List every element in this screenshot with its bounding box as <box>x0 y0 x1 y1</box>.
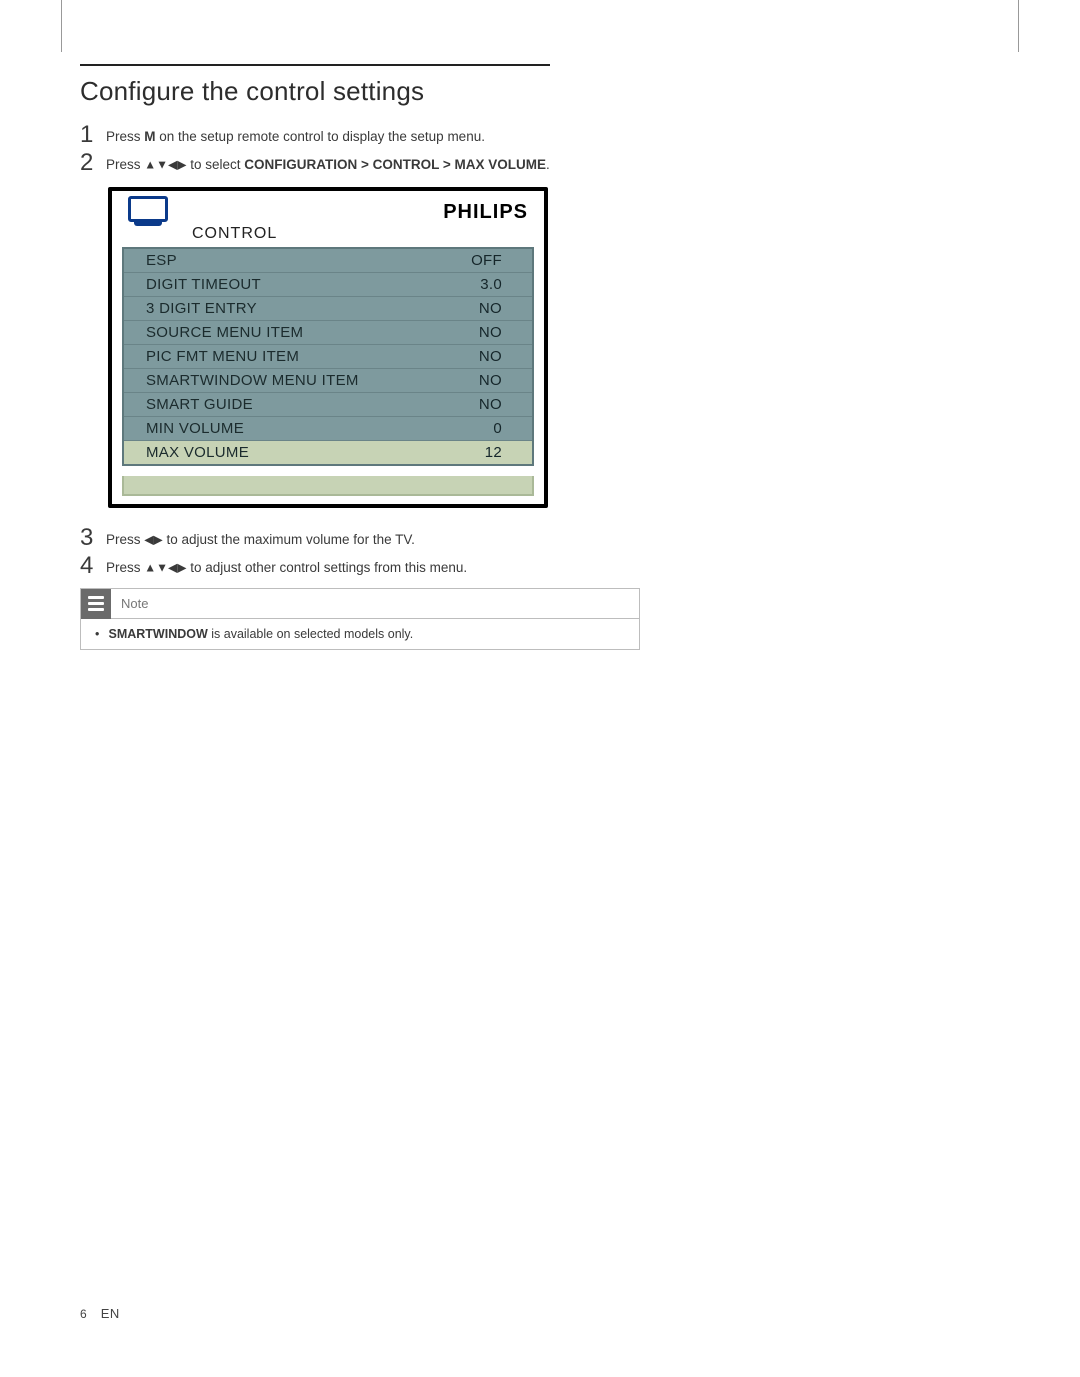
step-number: 1 <box>80 123 106 147</box>
osd-value: NO <box>452 348 502 365</box>
step-number: 4 <box>80 554 106 578</box>
osd-row-max-volume: MAX VOLUME 12 <box>124 441 532 464</box>
step-text: Press M on the setup remote control to d… <box>106 123 485 147</box>
osd-label: MIN VOLUME <box>146 420 244 437</box>
text: on the setup remote control to display t… <box>156 129 485 144</box>
text: to adjust the maximum volume for the TV. <box>163 532 415 547</box>
key-m: M <box>144 129 155 144</box>
text: to adjust other control settings from th… <box>186 560 467 575</box>
osd-row-pic-fmt-menu-item: PIC FMT MENU ITEM NO <box>124 345 532 369</box>
osd-footer-bar <box>122 476 534 496</box>
section-title: Configure the control settings <box>80 76 640 107</box>
osd-row-smartwindow-menu-item: SMARTWINDOW MENU ITEM NO <box>124 369 532 393</box>
osd-label: SMART GUIDE <box>146 396 253 413</box>
brand-logo: PHILIPS <box>182 201 534 224</box>
osd-value: NO <box>452 324 502 341</box>
osd-row-source-menu-item: SOURCE MENU ITEM NO <box>124 321 532 345</box>
text: Press <box>106 129 144 144</box>
osd-panel: PHILIPS CONTROL ESP OFF DIGIT TIMEOUT 3.… <box>108 187 548 508</box>
page: Configure the control settings 1 Press M… <box>0 0 1080 1377</box>
note-header: Note <box>81 589 639 619</box>
osd-row-3-digit-entry: 3 DIGIT ENTRY NO <box>124 297 532 321</box>
step-3: 3 Press ◀▶ to adjust the maximum volume … <box>80 526 640 550</box>
text: . <box>546 157 550 172</box>
note-text: is available on selected models only. <box>208 627 413 641</box>
osd-value: NO <box>452 396 502 413</box>
osd-row-min-volume: MIN VOLUME 0 <box>124 417 532 441</box>
note-body: • SMARTWINDOW is available on selected m… <box>81 619 639 649</box>
osd-value: OFF <box>452 252 502 269</box>
leftright-icon: ◀▶ <box>144 533 162 547</box>
language-code: EN <box>101 1306 120 1321</box>
text: Press <box>106 560 144 575</box>
page-footer: 6 EN <box>80 1306 120 1321</box>
osd-label: SOURCE MENU ITEM <box>146 324 303 341</box>
osd-label: 3 DIGIT ENTRY <box>146 300 257 317</box>
content-column: Configure the control settings 1 Press M… <box>80 64 640 650</box>
note-icon <box>81 589 111 619</box>
text: Press <box>106 157 144 172</box>
osd-row-esp: ESP OFF <box>124 249 532 273</box>
step-text: Press ◀▶ to adjust the maximum volume fo… <box>106 526 415 550</box>
text: Press <box>106 532 144 547</box>
bullet-icon: • <box>95 627 105 641</box>
dpad-icon: ▲▼◀▶ <box>144 158 186 172</box>
step-text: Press ▲▼◀▶ to select CONFIGURATION > CON… <box>106 151 550 175</box>
osd-menu-list: ESP OFF DIGIT TIMEOUT 3.0 3 DIGIT ENTRY … <box>122 247 534 466</box>
osd-label: SMARTWINDOW MENU ITEM <box>146 372 359 389</box>
crop-mark-left <box>36 0 62 52</box>
step-2: 2 Press ▲▼◀▶ to select CONFIGURATION > C… <box>80 151 640 175</box>
osd-label: DIGIT TIMEOUT <box>146 276 261 293</box>
osd-label: MAX VOLUME <box>146 444 249 461</box>
step-text: Press ▲▼◀▶ to adjust other control setti… <box>106 554 467 578</box>
osd-value: 0 <box>452 420 502 437</box>
text: to select <box>186 157 244 172</box>
dpad-icon: ▲▼◀▶ <box>144 561 186 575</box>
osd-value: 12 <box>452 444 502 461</box>
note-strong: SMARTWINDOW <box>108 627 207 641</box>
osd-title: CONTROL <box>192 225 544 243</box>
osd-value: NO <box>452 300 502 317</box>
note-label: Note <box>121 596 148 611</box>
page-number: 6 <box>80 1307 87 1321</box>
osd-row-smart-guide: SMART GUIDE NO <box>124 393 532 417</box>
step-number: 2 <box>80 151 106 175</box>
osd-row-digit-timeout: DIGIT TIMEOUT 3.0 <box>124 273 532 297</box>
crop-mark-right <box>1018 0 1044 52</box>
section-rule <box>80 64 550 66</box>
note-box: Note • SMARTWINDOW is available on selec… <box>80 588 640 650</box>
menu-path: CONFIGURATION > CONTROL > MAX VOLUME <box>244 157 546 172</box>
osd-value: 3.0 <box>452 276 502 293</box>
step-number: 3 <box>80 526 106 550</box>
osd-label: PIC FMT MENU ITEM <box>146 348 299 365</box>
tv-icon <box>122 196 182 228</box>
osd-value: NO <box>452 372 502 389</box>
osd-label: ESP <box>146 252 177 269</box>
step-4: 4 Press ▲▼◀▶ to adjust other control set… <box>80 554 640 578</box>
step-1: 1 Press M on the setup remote control to… <box>80 123 640 147</box>
